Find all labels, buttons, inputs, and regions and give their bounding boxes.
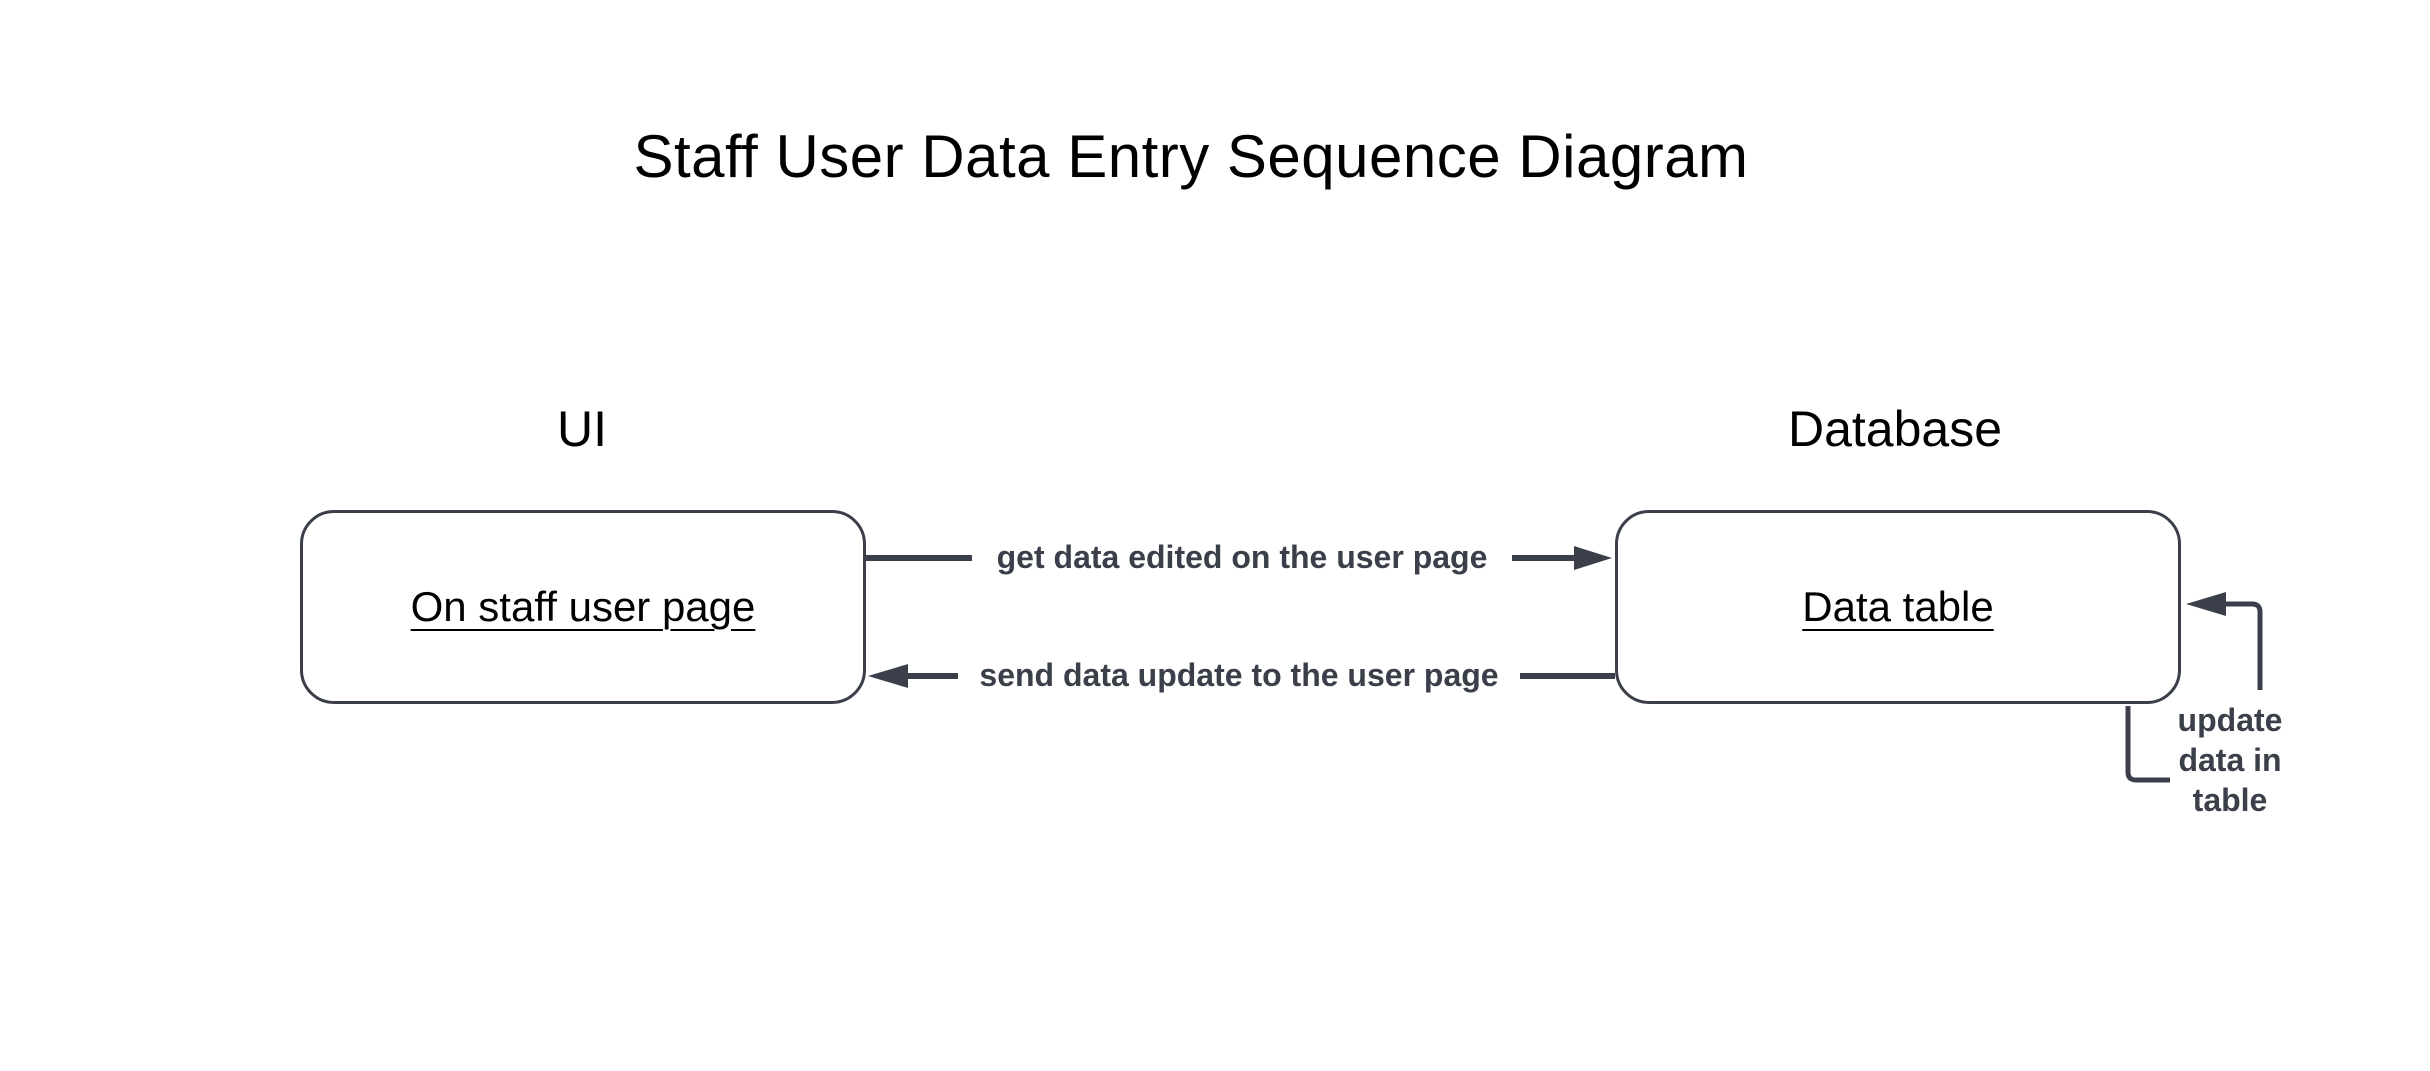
message-send-update: send data update to the user page [958,655,1520,695]
message-update-table: update data in table [2170,700,2290,820]
database-box-label: Data table [1802,583,1994,630]
database-box: Data table [1615,510,2181,704]
ui-box-label: On staff user page [410,583,756,630]
ui-box: On staff user page [300,510,866,704]
message-get-data: get data edited on the user page [972,537,1512,577]
